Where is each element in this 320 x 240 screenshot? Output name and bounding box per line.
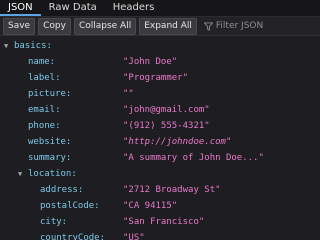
tab-headers[interactable]: Headers (105, 0, 163, 16)
expand-all-button[interactable]: Expand All (139, 17, 197, 35)
toolbar: Save Copy Collapse All Expand All (0, 17, 320, 36)
filter-box (203, 19, 320, 34)
filter-icon (203, 21, 213, 31)
tab-raw-data[interactable]: Raw Data (41, 0, 105, 16)
collapse-all-button[interactable]: Collapse All (73, 17, 137, 35)
viewer-tabs: JSON Raw Data Headers (0, 0, 320, 17)
json-value: "US" (123, 233, 145, 240)
tab-json[interactable]: JSON (0, 0, 41, 16)
json-tree: ▼ basics: name: "John Doe" label: "Progr… (0, 37, 320, 240)
save-button[interactable]: Save (3, 17, 36, 35)
json-key: countryCode: (40, 233, 106, 240)
copy-button[interactable]: Copy (38, 17, 71, 35)
tree-row[interactable]: countryCode: "US" (0, 229, 320, 240)
filter-input[interactable] (215, 21, 320, 31)
